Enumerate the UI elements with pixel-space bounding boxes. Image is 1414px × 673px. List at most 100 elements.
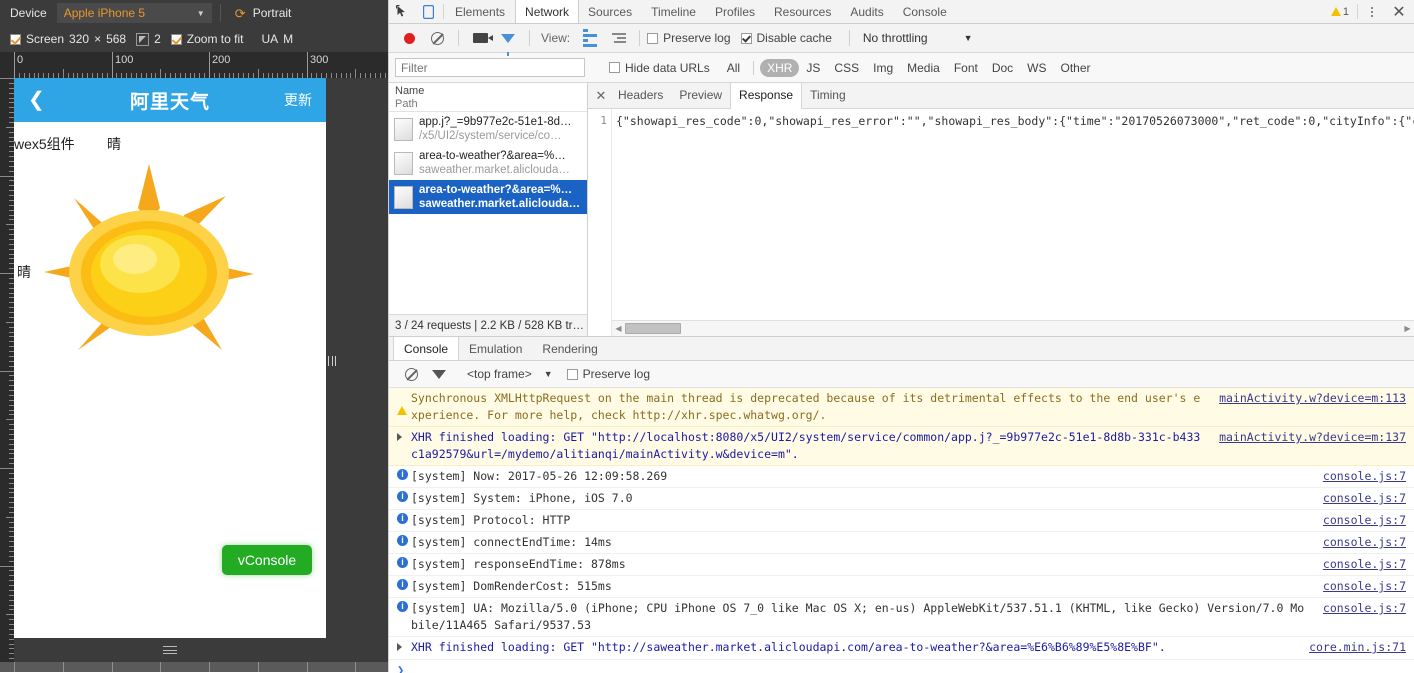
funnel-icon[interactable] bbox=[494, 24, 522, 56]
clear-icon[interactable] bbox=[423, 24, 451, 52]
record-button[interactable] bbox=[395, 24, 423, 52]
console-preserve-log-checkbox[interactable] bbox=[566, 368, 578, 380]
console-message-info[interactable]: i [system] Now: 2017-05-26 12:09:58.269 … bbox=[389, 466, 1414, 488]
console-message-info[interactable]: i [system] DomRenderCost: 515ms console.… bbox=[389, 576, 1414, 598]
type-filter-css[interactable]: CSS bbox=[827, 59, 866, 77]
table-row-selected[interactable]: area-to-weather?&area=%… saweather.marke… bbox=[389, 180, 587, 214]
request-path: /x5/UI2/system/service/co… bbox=[419, 130, 562, 142]
table-row[interactable]: area-to-weather?&area=%… saweather.marke… bbox=[389, 146, 587, 180]
console-message-info[interactable]: i [system] connectEndTime: 14ms console.… bbox=[389, 532, 1414, 554]
tab-timeline[interactable]: Timeline bbox=[642, 0, 706, 23]
scroll-right-arrow-icon[interactable]: ▶ bbox=[1401, 324, 1414, 333]
console-message-info[interactable]: i [system] Protocol: HTTP console.js:7 bbox=[389, 510, 1414, 532]
orientation-label[interactable]: Portrait bbox=[253, 6, 292, 20]
console-message-source[interactable]: console.js:7 bbox=[1323, 468, 1406, 485]
drawer-tab-rendering[interactable]: Rendering bbox=[532, 337, 607, 360]
filter-console-icon[interactable] bbox=[425, 360, 453, 388]
type-filter-media[interactable]: Media bbox=[900, 59, 947, 77]
waterfall-view-icon[interactable] bbox=[604, 24, 632, 52]
tab-console[interactable]: Console bbox=[894, 0, 957, 23]
disable-cache-checkbox[interactable] bbox=[740, 32, 752, 44]
update-button[interactable]: 更新 bbox=[284, 90, 312, 110]
console-message-source[interactable]: console.js:7 bbox=[1323, 534, 1406, 551]
console-message-source[interactable]: mainActivity.w?device=m:113 bbox=[1219, 390, 1406, 407]
hide-data-urls-checkbox[interactable] bbox=[609, 62, 620, 73]
response-body-viewer[interactable]: 1 {"showapi_res_code":0,"showapi_res_err… bbox=[588, 109, 1414, 336]
chevron-down-icon[interactable]: ▼ bbox=[544, 369, 553, 379]
filter-input[interactable] bbox=[395, 58, 585, 77]
detail-tab-timing[interactable]: Timing bbox=[802, 83, 854, 108]
console-message-source[interactable]: core.min.js:71 bbox=[1309, 639, 1406, 656]
detail-tab-headers[interactable]: Headers bbox=[610, 83, 671, 108]
console-message-source[interactable]: console.js:7 bbox=[1323, 600, 1406, 617]
tab-sources[interactable]: Sources bbox=[579, 0, 642, 23]
console-message-text: [system] connectEndTime: 14ms bbox=[411, 535, 612, 549]
close-icon[interactable]: ✕ bbox=[1384, 0, 1414, 23]
console-message-info[interactable]: i [system] System: iPhone, iOS 7.0 conso… bbox=[389, 488, 1414, 510]
tab-resources[interactable]: Resources bbox=[765, 0, 841, 23]
resource-type-filters: Hide data URLs All XHR JS CSS Img Media … bbox=[597, 58, 1098, 77]
drawer-tab-emulation[interactable]: Emulation bbox=[459, 337, 532, 360]
console-message-source[interactable]: console.js:7 bbox=[1323, 512, 1406, 529]
camera-icon[interactable] bbox=[466, 24, 494, 52]
chevron-left-icon[interactable]: ❮ bbox=[28, 90, 45, 110]
console-message-info[interactable]: i [system] responseEndTime: 878ms consol… bbox=[389, 554, 1414, 576]
console-message-source[interactable]: console.js:7 bbox=[1323, 578, 1406, 595]
more-options-icon[interactable] bbox=[1360, 0, 1384, 23]
console-message-info[interactable]: i [system] UA: Mozilla/5.0 (iPhone; CPU … bbox=[389, 598, 1414, 637]
ua-value[interactable]: M bbox=[283, 32, 293, 46]
clear-console-icon[interactable] bbox=[397, 360, 425, 388]
detail-tab-preview[interactable]: Preview bbox=[671, 83, 730, 108]
inspect-cursor-icon[interactable] bbox=[389, 0, 415, 23]
type-filter-other[interactable]: Other bbox=[1054, 59, 1098, 77]
drawer-tab-console[interactable]: Console bbox=[393, 337, 460, 360]
console-message-source[interactable]: mainActivity.w?device=m:137 bbox=[1219, 429, 1406, 446]
vconsole-button[interactable]: vConsole bbox=[222, 545, 312, 575]
type-filter-ws[interactable]: WS bbox=[1020, 59, 1053, 77]
tab-profiles[interactable]: Profiles bbox=[706, 0, 765, 23]
type-filter-img[interactable]: Img bbox=[866, 59, 900, 77]
throttling-select[interactable]: No throttling bbox=[863, 31, 928, 45]
detail-tab-response[interactable]: Response bbox=[730, 82, 803, 109]
list-view-icon[interactable] bbox=[576, 24, 604, 52]
tab-elements[interactable]: Elements bbox=[446, 0, 515, 23]
console-message-source[interactable]: console.js:7 bbox=[1323, 556, 1406, 573]
close-detail-icon[interactable]: ✕ bbox=[592, 88, 610, 104]
screen-width-value[interactable]: 320 bbox=[69, 32, 89, 46]
device-select[interactable]: Apple iPhone 5 ▼ bbox=[56, 3, 212, 23]
type-filter-doc[interactable]: Doc bbox=[985, 59, 1020, 77]
console-message-xhr[interactable]: XHR finished loading: GET "http://localh… bbox=[389, 427, 1414, 466]
type-filter-js[interactable]: JS bbox=[799, 59, 827, 77]
preserve-log-checkbox[interactable] bbox=[647, 32, 659, 44]
screen-checkbox[interactable] bbox=[10, 33, 21, 45]
tab-audits[interactable]: Audits bbox=[841, 0, 893, 23]
device-toggle-icon[interactable] bbox=[415, 0, 441, 23]
devtools-panel: Elements Network Sources Timeline Profil… bbox=[388, 0, 1414, 673]
console-message-source[interactable]: console.js:7 bbox=[1323, 490, 1406, 507]
rotate-icon[interactable]: ⟳ bbox=[235, 7, 248, 20]
type-filter-all[interactable]: All bbox=[720, 59, 747, 77]
scrollbar-thumb[interactable] bbox=[625, 323, 681, 334]
console-prompt[interactable]: ❯ bbox=[389, 660, 1414, 673]
table-row[interactable]: app.j?_=9b977e2c-51e1-8d… /x5/UI2/system… bbox=[389, 112, 587, 146]
toolbar-divider bbox=[458, 30, 459, 46]
tab-network[interactable]: Network bbox=[515, 0, 580, 23]
ruler-tick bbox=[370, 73, 371, 78]
weather-condition-left: 晴 bbox=[17, 264, 31, 280]
device-pixel-ratio-icon[interactable] bbox=[136, 32, 150, 46]
warning-count-badge[interactable]: 1 bbox=[1325, 0, 1355, 23]
zoom-to-fit-checkbox[interactable] bbox=[170, 33, 182, 45]
panel-resize-handle[interactable] bbox=[328, 355, 336, 367]
console-message-warning[interactable]: Synchronous XMLHttpRequest on the main t… bbox=[389, 388, 1414, 427]
type-filter-font[interactable]: Font bbox=[947, 59, 985, 77]
screen-height-value[interactable]: 568 bbox=[106, 32, 126, 46]
device-pixel-ratio-value[interactable]: 2 bbox=[154, 32, 161, 46]
execution-context-select[interactable]: <top frame> bbox=[467, 367, 532, 381]
type-filter-xhr[interactable]: XHR bbox=[760, 58, 800, 77]
scroll-left-arrow-icon[interactable]: ◀ bbox=[612, 324, 625, 333]
horizontal-scrollbar[interactable]: ◀ ▶ bbox=[612, 320, 1414, 336]
expand-arrow-icon[interactable] bbox=[397, 639, 411, 657]
console-message-xhr[interactable]: XHR finished loading: GET "http://saweat… bbox=[389, 637, 1414, 660]
expand-arrow-icon[interactable] bbox=[397, 429, 411, 463]
chevron-down-icon[interactable]: ▼ bbox=[964, 33, 973, 43]
